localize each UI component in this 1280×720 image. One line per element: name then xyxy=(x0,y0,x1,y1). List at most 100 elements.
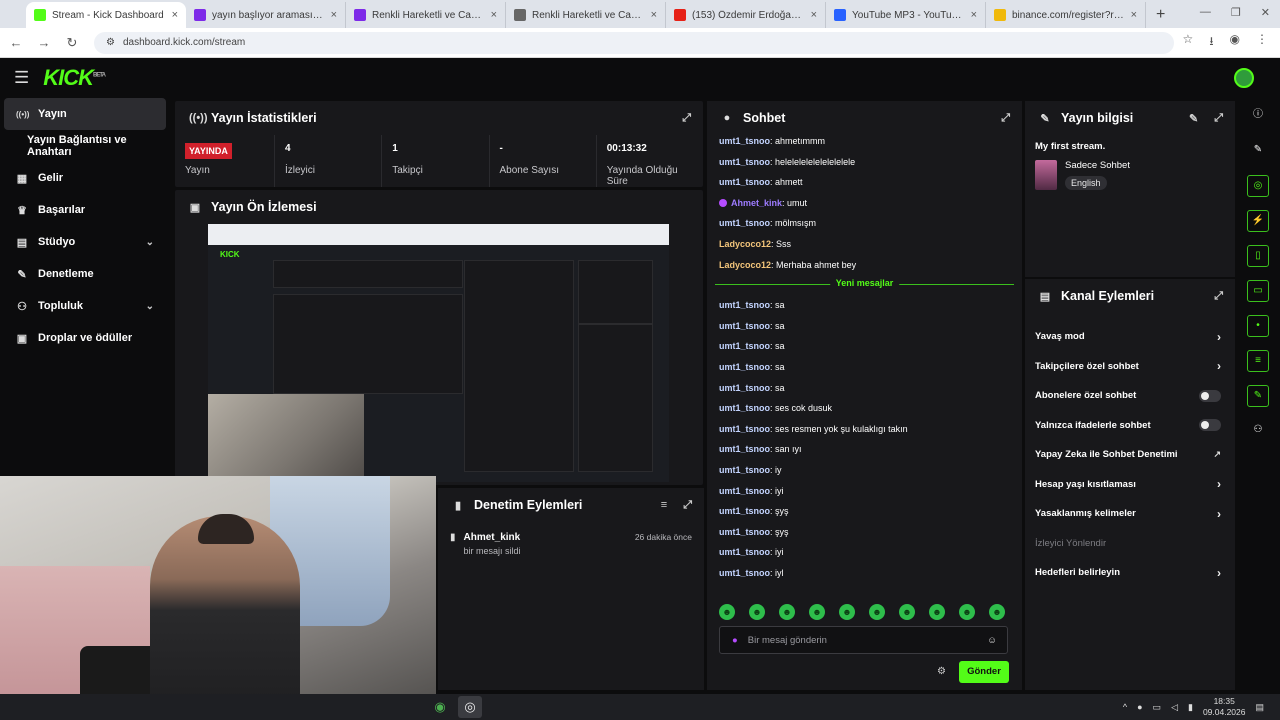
sidebar-item[interactable]: ▣ Droplar ve ödüller xyxy=(0,322,172,354)
popout-icon[interactable]: ⤢ xyxy=(682,112,691,125)
sidebar-item[interactable]: ♛ Başarılar xyxy=(0,194,172,226)
chrome-taskbar-icon[interactable]: ◉ xyxy=(428,696,452,718)
new-tab-icon[interactable]: + xyxy=(1146,2,1175,28)
target-icon[interactable]: ◎ xyxy=(1247,175,1269,197)
chat-settings-icon[interactable]: ⚙ xyxy=(937,666,946,677)
chevron-down-icon[interactable]: ⌄ xyxy=(146,237,154,248)
edit-icon[interactable]: ✎ xyxy=(1189,112,1198,125)
profile-icon[interactable]: ◉ xyxy=(1230,32,1240,53)
chat-username[interactable]: umt1_tsnoo xyxy=(719,341,770,351)
chat-username[interactable]: umt1_tsnoo xyxy=(719,444,770,454)
emote-icon[interactable]: ☻ xyxy=(989,604,1005,620)
chevron-right-icon[interactable]: › xyxy=(1217,330,1221,344)
channel-action-row[interactable]: Takipçilere özel sohbet › xyxy=(1025,352,1235,382)
chat-username[interactable]: umt1_tsnoo xyxy=(719,300,770,310)
chat-username[interactable]: umt1_tsnoo xyxy=(719,136,770,146)
chevron-right-icon[interactable]: › xyxy=(1217,507,1221,521)
channel-action-row[interactable]: Abonelere özel sohbet xyxy=(1025,381,1235,411)
kick-logo[interactable]: KICKBETA xyxy=(43,65,106,91)
emote-icon[interactable]: ☻ xyxy=(809,604,825,620)
chat-username[interactable]: umt1_tsnoo xyxy=(719,321,770,331)
sidebar-item[interactable]: ✎ Denetleme xyxy=(0,258,172,290)
forward-icon[interactable]: → xyxy=(32,35,56,50)
tray-battery-icon[interactable]: ▮ xyxy=(1188,702,1193,713)
popout-icon[interactable]: ⤢ xyxy=(683,499,692,512)
browser-tab[interactable]: Renkli Hareketli ve Canlı Oyun × xyxy=(506,2,666,28)
browser-tab[interactable]: (153) Özdemir Erdoğan - Gurbe × xyxy=(666,2,826,28)
tab-close-icon[interactable]: × xyxy=(651,9,657,21)
tray-chevron-icon[interactable]: ^ xyxy=(1123,702,1127,712)
chat-username[interactable]: Ahmet_kink xyxy=(731,198,782,208)
toggle-switch[interactable] xyxy=(1199,419,1221,432)
channel-action-row[interactable]: Hesap yaşı kısıtlaması › xyxy=(1025,470,1235,500)
chat-username[interactable]: umt1_tsnoo xyxy=(719,465,770,475)
emote-icon[interactable]: ☻ xyxy=(869,604,885,620)
chat-username[interactable]: umt1_tsnoo xyxy=(719,403,770,413)
browser-tab[interactable]: binance.com/register?ref=G4V × xyxy=(986,2,1146,28)
emote-icon[interactable]: ☻ xyxy=(959,604,975,620)
send-button[interactable]: Gönder xyxy=(959,661,1009,683)
tray-network-icon[interactable]: ▭ xyxy=(1153,702,1162,713)
popout-icon[interactable]: ⤢ xyxy=(1001,112,1010,125)
browser-tab[interactable]: yayın başlıyor araması - Canva × xyxy=(186,2,346,28)
chevron-right-icon[interactable]: › xyxy=(1217,477,1221,491)
chat-username[interactable]: umt1_tsnoo xyxy=(719,383,770,393)
chat-username[interactable]: umt1_tsnoo xyxy=(719,527,770,537)
minimize-icon[interactable]: — xyxy=(1200,6,1211,19)
tab-close-icon[interactable]: × xyxy=(331,9,337,21)
chat-username[interactable]: Ladycoco12 xyxy=(719,239,771,249)
close-icon[interactable]: ✕ xyxy=(1261,6,1270,19)
site-info-icon[interactable]: ⚙ xyxy=(106,37,115,48)
tray-volume-icon[interactable]: ◁ xyxy=(1171,702,1178,713)
browser-tab[interactable]: YouTube MP3 - YouTube MP3 / × xyxy=(826,2,986,28)
popout-icon[interactable]: ⤢ xyxy=(1214,290,1223,303)
chat-username[interactable]: umt1_tsnoo xyxy=(719,486,770,496)
hamburger-menu-icon[interactable]: ☰ xyxy=(14,68,29,88)
sidebar-item[interactable]: ((•)) Yayın xyxy=(4,98,166,130)
bolt-icon[interactable]: ⚡ xyxy=(1247,210,1269,232)
filter-icon[interactable]: ≡ xyxy=(661,499,667,511)
reload-icon[interactable]: ↻ xyxy=(60,35,84,51)
chat-username[interactable]: umt1_tsnoo xyxy=(719,157,770,167)
download-icon[interactable]: ⭳ xyxy=(1209,32,1213,53)
wrench-icon[interactable]: ✎ xyxy=(1247,385,1269,407)
channel-action-row[interactable]: Hedefleri belirleyin › xyxy=(1025,558,1235,588)
list-icon[interactable]: ≡ xyxy=(1247,350,1269,372)
chat-username[interactable]: umt1_tsnoo xyxy=(719,218,770,228)
emote-icon[interactable]: ☻ xyxy=(929,604,945,620)
sidebar-item[interactable]: Yayın Bağlantısı ve Anahtarı xyxy=(0,130,172,162)
info-icon[interactable]: ⓘ xyxy=(1247,105,1269,127)
chevron-right-icon[interactable]: › xyxy=(1217,359,1221,373)
emote-icon[interactable]: ☻ xyxy=(749,604,765,620)
url-field[interactable]: ⚙ dashboard.kick.com/stream xyxy=(94,31,1174,54)
chat-username[interactable]: umt1_tsnoo xyxy=(719,568,770,578)
tray-clock[interactable]: 18:35 09.04.2026 xyxy=(1203,696,1246,718)
emoji-icon[interactable]: ☺ xyxy=(987,635,997,646)
obs-taskbar-icon[interactable]: ◎ xyxy=(458,696,482,718)
channel-action-row[interactable]: Yasaklanmış kelimeler › xyxy=(1025,499,1235,529)
chat-input[interactable]: ● Bir mesaj gönderin ☺ xyxy=(719,626,1008,654)
tab-close-icon[interactable]: × xyxy=(172,9,178,21)
emote-icon[interactable]: ☻ xyxy=(719,604,735,620)
tab-close-icon[interactable]: × xyxy=(971,9,977,21)
back-icon[interactable]: ← xyxy=(4,35,28,50)
bookmark-star-icon[interactable]: ☆ xyxy=(1183,32,1194,53)
channel-action-row[interactable]: Yalnızca ifadelerle sohbet xyxy=(1025,411,1235,441)
stream-preview-video[interactable]: KICK xyxy=(208,224,669,482)
tray-mic-icon[interactable]: ● xyxy=(1137,702,1142,712)
notification-icon[interactable]: ▤ xyxy=(1255,702,1264,713)
channel-action-row[interactable]: Yapay Zeka ile Sohbet Denetimi ↗ xyxy=(1025,440,1235,470)
tab-close-icon[interactable]: × xyxy=(811,9,817,21)
browser-tab[interactable]: Stream - Kick Dashboard × xyxy=(26,2,186,28)
toggle-switch[interactable] xyxy=(1199,389,1221,402)
browser-tab[interactable]: Renkli Hareketli ve Canlı Oyun × xyxy=(346,2,506,28)
chat-username[interactable]: umt1_tsnoo xyxy=(719,547,770,557)
menu-dots-icon[interactable]: ⋮ xyxy=(1256,32,1268,53)
emote-icon[interactable]: ☻ xyxy=(839,604,855,620)
window-controls[interactable]: — ❐ ✕ xyxy=(1200,6,1270,19)
pencil-icon[interactable]: ✎ xyxy=(1247,140,1269,162)
tab-close-icon[interactable]: × xyxy=(1131,9,1137,21)
chat-username[interactable]: umt1_tsnoo xyxy=(719,362,770,372)
user-avatar[interactable] xyxy=(1234,68,1254,88)
chat-username[interactable]: umt1_tsnoo xyxy=(719,177,770,187)
